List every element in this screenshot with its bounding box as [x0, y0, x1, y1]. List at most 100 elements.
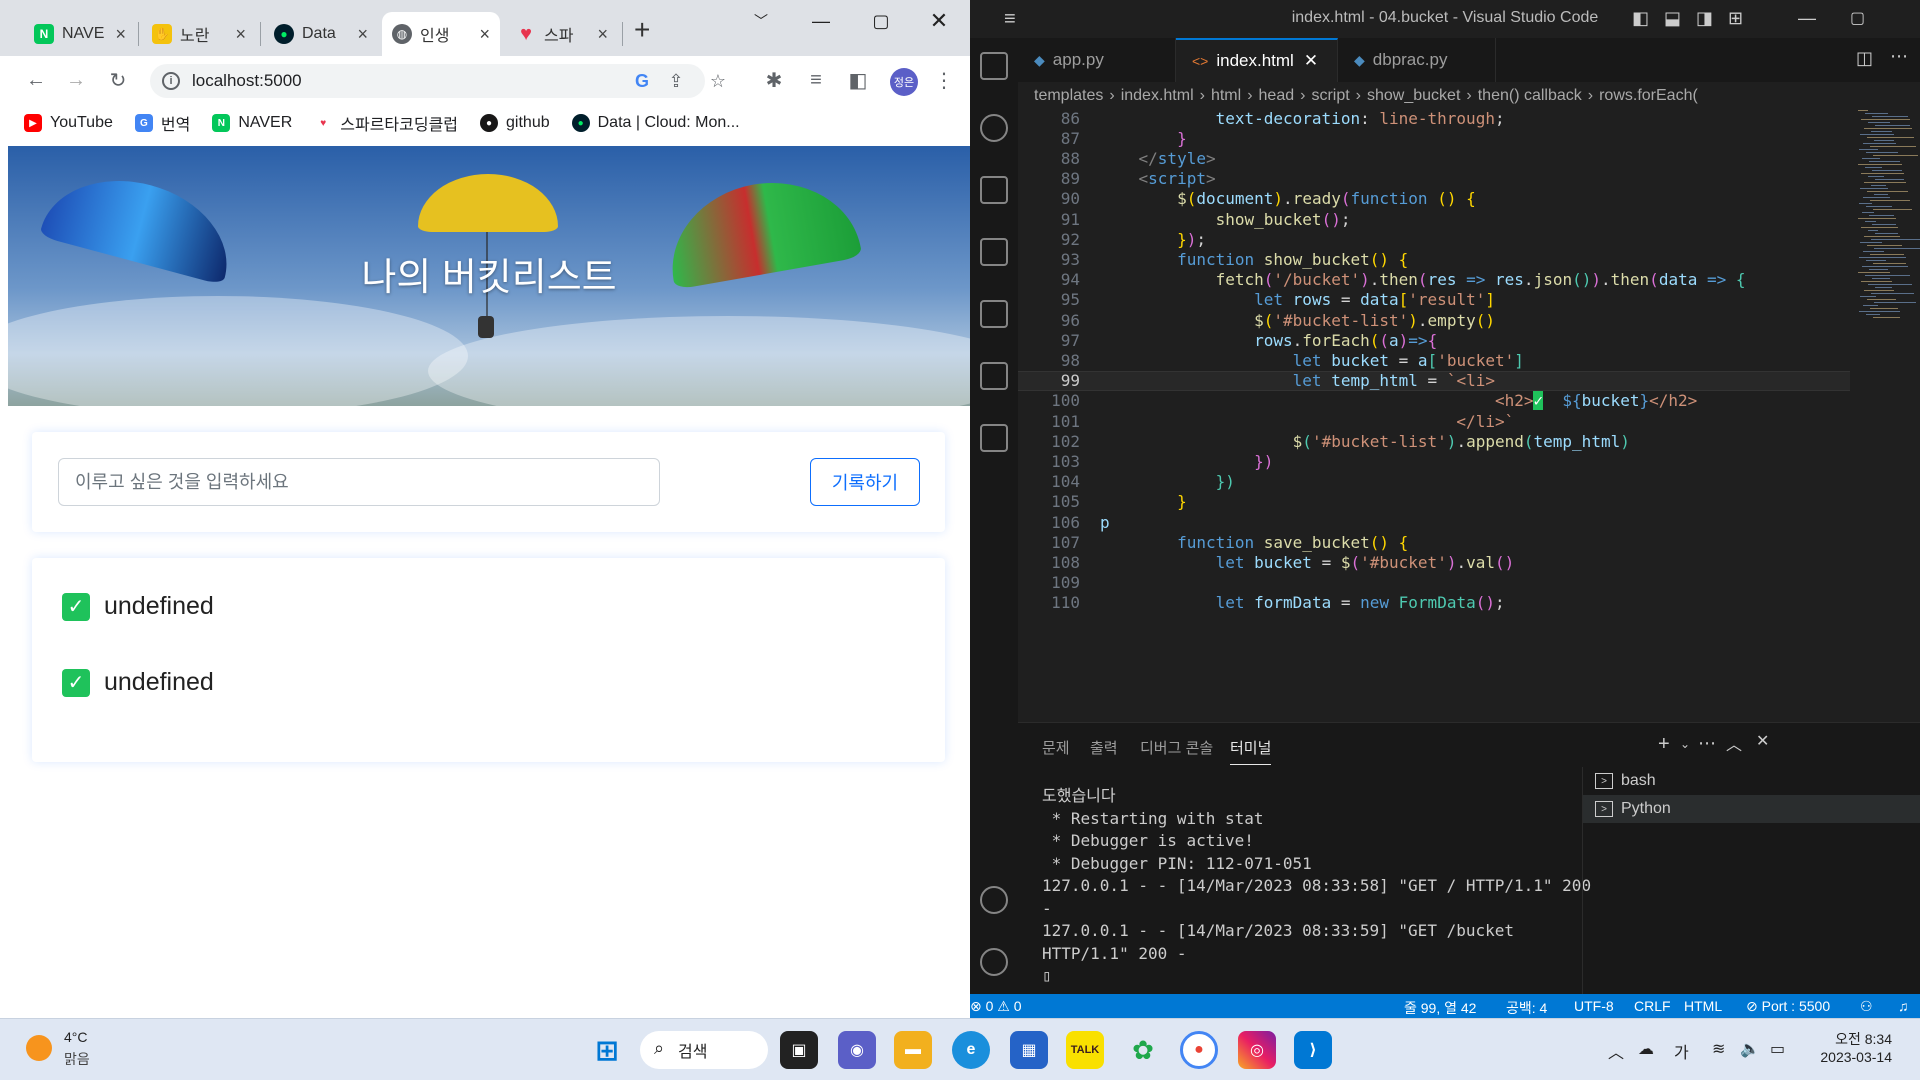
more-actions-icon[interactable]: ⋯ [1890, 46, 1908, 67]
language-mode[interactable]: HTML [1684, 998, 1722, 1014]
onedrive-cloud-icon[interactable]: ☁ [1638, 1039, 1654, 1059]
back-arrow-icon[interactable]: ← [22, 66, 50, 94]
code-line[interactable]: 100 <h2>✓ ${bucket}</h2> [1018, 391, 1878, 411]
code-line[interactable]: 90 $(document).ready(function () { [1018, 189, 1878, 209]
bookmark-youtube[interactable]: ▶ YouTube [24, 114, 113, 132]
minimize-icon[interactable]: — [798, 6, 844, 36]
bookmark-github[interactable]: ● github [480, 114, 550, 132]
code-line[interactable]: 99 let temp_html = `<li> [1018, 370, 1878, 391]
customize-layout-icon[interactable]: ⊞ [1728, 8, 1743, 29]
bucket-input[interactable] [58, 458, 660, 506]
tab-problems[interactable]: 문제 [1042, 737, 1070, 758]
tab-yellow[interactable]: ✋ 노란 × [142, 12, 256, 56]
code-line[interactable]: 87 } [1018, 128, 1878, 148]
kebab-menu-icon[interactable]: ⋮ [930, 66, 958, 94]
weather-sun-icon[interactable] [26, 1035, 52, 1061]
code-line[interactable]: 86 text-decoration: line-through; [1018, 108, 1878, 128]
close-icon[interactable]: × [597, 24, 608, 45]
reload-icon[interactable]: ↻ [104, 66, 132, 94]
more-actions-icon[interactable]: ⋯ [1698, 733, 1716, 754]
code-line[interactable]: 95 let rows = data['result'] [1018, 290, 1878, 310]
code-line[interactable]: 98 let bucket = a['bucket'] [1018, 350, 1878, 370]
teams-chat-icon[interactable]: ◉ [838, 1031, 876, 1069]
minimize-icon[interactable]: — [1798, 8, 1816, 29]
search-icon[interactable] [980, 114, 1008, 142]
green-app-icon[interactable]: ✿ [1124, 1031, 1162, 1069]
bookmark-sparta[interactable]: ♥ 스파르타코딩클럽 [314, 111, 458, 135]
profile-avatar[interactable]: 정은 [890, 68, 918, 96]
code-line[interactable]: 110 let formData = new FormData(); [1018, 593, 1878, 613]
bookmark-naver[interactable]: N NAVER [212, 114, 292, 132]
bookmark-mongodb[interactable]: ● Data | Cloud: Mon... [571, 114, 740, 132]
cursor-position[interactable]: 줄 99, 열 42 [1404, 998, 1476, 1018]
toggle-secondary-sidebar-icon[interactable]: ◨ [1696, 8, 1713, 29]
code-line[interactable]: 102 $('#bucket-list').append(temp_html) [1018, 431, 1878, 451]
code-line[interactable]: 105 } [1018, 492, 1878, 512]
taskbar-search[interactable]: ⌕ 검색 [640, 1031, 768, 1069]
minimap[interactable] [1850, 110, 1920, 722]
edge-browser-icon[interactable]: e [952, 1031, 990, 1069]
instagram-icon[interactable]: ◎ [1238, 1031, 1276, 1069]
line-ending[interactable]: CRLF [1634, 998, 1671, 1014]
code-line[interactable]: 108 let bucket = $('#bucket').val() [1018, 552, 1878, 572]
close-icon[interactable]: × [479, 24, 490, 45]
testing-icon[interactable] [980, 362, 1008, 390]
chrome-icon[interactable]: ● [1180, 1031, 1218, 1069]
code-editor[interactable]: 86 text-decoration: line-through; 87 } 88 … [1018, 108, 1920, 722]
code-line[interactable]: 101 </li>` [1018, 411, 1878, 431]
windows-start-icon[interactable]: ⊞ [588, 1031, 626, 1069]
tab-bucket-active[interactable]: ◍ 인생 × [382, 12, 500, 56]
code-line[interactable]: 107 function save_bucket() { [1018, 532, 1878, 552]
battery-icon[interactable]: ▭ [1770, 1039, 1785, 1059]
source-control-icon[interactable] [980, 176, 1008, 204]
new-tab-plus-icon[interactable]: + [634, 14, 650, 46]
tab-search-chevron-icon[interactable]: ﹀ [738, 6, 784, 36]
run-debug-icon[interactable] [980, 238, 1008, 266]
code-line[interactable]: 93 function show_bucket() { [1018, 249, 1878, 269]
volume-icon[interactable]: 🔈 [1740, 1039, 1760, 1059]
terminal-output[interactable]: 도했습니다 * Restarting with stat * Debugger … [1042, 785, 1602, 988]
clock-date[interactable]: 2023-03-14 [1812, 1049, 1892, 1065]
tab-index-html[interactable]: <> index.html ✕ [1176, 38, 1338, 82]
wifi-icon[interactable]: ≋ [1712, 1039, 1725, 1059]
close-icon[interactable]: × [115, 24, 126, 45]
microsoft-store-icon[interactable]: ▦ [1010, 1031, 1048, 1069]
terminal-bash[interactable]: > bash [1583, 767, 1920, 795]
extensions-icon[interactable] [980, 300, 1008, 328]
tab-data[interactable]: ● Data × [264, 12, 378, 56]
side-panel-icon[interactable]: ◧ [844, 66, 872, 94]
maximize-panel-icon[interactable]: ︿ [1726, 731, 1742, 755]
notifications-bell-icon[interactable]: ♫ [1898, 998, 1909, 1014]
live-server-port[interactable]: ⊘ Port : 5500 [1746, 998, 1830, 1015]
site-info-icon[interactable]: i [162, 72, 180, 90]
code-line[interactable]: 88 </style> [1018, 148, 1878, 168]
remote-explorer-icon[interactable] [980, 424, 1008, 452]
vscode-icon[interactable]: ⟩ [1294, 1031, 1332, 1069]
close-window-icon[interactable]: ✕ [916, 6, 962, 36]
bookmark-star-icon[interactable]: ☆ [706, 69, 730, 93]
terminal-python[interactable]: > Python [1583, 795, 1920, 823]
show-hidden-icons-chevron-icon[interactable]: ︿ [1608, 1039, 1624, 1063]
close-icon[interactable]: ✕ [1304, 51, 1318, 71]
close-icon[interactable]: × [357, 24, 368, 45]
file-explorer-icon[interactable]: ▬ [894, 1031, 932, 1069]
tab-app-py[interactable]: ◆ app.py [1018, 38, 1176, 82]
accounts-icon[interactable]: ⚇ [1860, 998, 1873, 1015]
clock-time[interactable]: 오전 8:34 [1812, 1029, 1892, 1049]
tab-debug-console[interactable]: 디버그 콘솔 [1140, 737, 1213, 758]
toggle-sidebar-icon[interactable]: ◧ [1632, 8, 1649, 29]
settings-gear-icon[interactable] [980, 948, 1008, 976]
bookmark-translate[interactable]: G 번역 [134, 111, 190, 135]
code-line[interactable]: 91 show_bucket(); [1018, 209, 1878, 229]
tab-terminal[interactable]: 터미널 [1230, 737, 1272, 765]
reading-list-icon[interactable]: ≡ [802, 66, 830, 94]
toggle-panel-icon[interactable]: ⬓ [1664, 8, 1681, 29]
code-line[interactable]: 92 }); [1018, 229, 1878, 249]
code-line[interactable]: 104 }) [1018, 472, 1878, 492]
code-line[interactable]: 96 $('#bucket-list').empty() [1018, 310, 1878, 330]
new-terminal-plus-icon[interactable]: + [1658, 733, 1670, 756]
account-icon[interactable] [980, 886, 1008, 914]
close-panel-icon[interactable]: ✕ [1756, 731, 1769, 751]
google-lens-icon[interactable]: G [630, 69, 654, 93]
indentation[interactable]: 공백: 4 [1506, 998, 1547, 1018]
